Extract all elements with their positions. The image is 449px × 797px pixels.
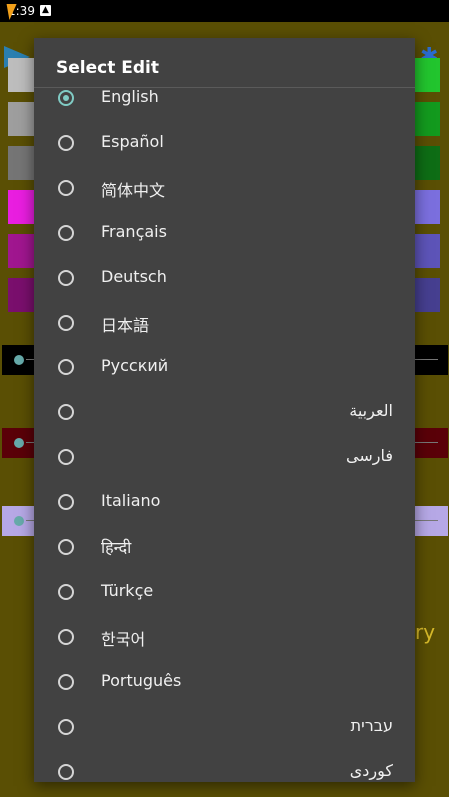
radio-button[interactable] xyxy=(58,763,74,780)
language-label: Türkçe xyxy=(101,580,154,600)
radio-button[interactable] xyxy=(58,449,74,466)
radio-button[interactable] xyxy=(58,314,74,331)
radio-button[interactable] xyxy=(58,359,74,376)
language-label: Français xyxy=(101,221,167,241)
language-label: کوردی xyxy=(349,760,393,780)
status-bar: 1:39 ▲ xyxy=(0,0,449,22)
radio-button[interactable] xyxy=(58,628,74,645)
language-option[interactable]: فارسی xyxy=(34,435,415,480)
radio-button[interactable] xyxy=(58,494,74,511)
language-label: Español xyxy=(101,131,164,151)
language-option[interactable]: 日本語 xyxy=(34,301,415,346)
background-text: ry xyxy=(415,620,436,644)
language-label: Русский xyxy=(101,356,169,376)
language-option[interactable]: English xyxy=(34,76,415,121)
language-label: 简体中文 xyxy=(101,180,166,200)
language-option[interactable]: Português xyxy=(34,660,415,705)
language-option[interactable]: Français xyxy=(34,211,415,256)
language-label: Português xyxy=(101,670,182,690)
language-option[interactable]: کوردی xyxy=(34,750,415,783)
radio-button[interactable] xyxy=(58,404,74,421)
language-label: English xyxy=(101,87,159,106)
language-label: 한국어 xyxy=(101,629,146,649)
language-option[interactable]: עברית xyxy=(34,705,415,750)
notification-icon: ▲ xyxy=(40,5,51,16)
dialog-title: Select Edit xyxy=(56,58,159,78)
language-option[interactable]: Deutsch xyxy=(34,256,415,301)
radio-button[interactable] xyxy=(58,673,74,690)
radio-button[interactable] xyxy=(58,539,74,555)
language-label: Deutsch xyxy=(101,266,167,286)
language-option[interactable]: 简体中文 xyxy=(34,166,415,211)
language-dialog: Select Edit English Español 简体中文 Français De… xyxy=(34,38,415,782)
language-option[interactable]: العربية xyxy=(34,390,415,435)
language-option[interactable]: 한국어 xyxy=(34,615,415,660)
language-option[interactable]: Türkçe xyxy=(34,570,415,615)
language-label: 日本語 xyxy=(101,315,150,335)
radio-button[interactable] xyxy=(58,179,74,196)
radio-button[interactable] xyxy=(58,224,74,241)
radio-button[interactable] xyxy=(58,718,74,735)
language-label: עברית xyxy=(350,715,393,735)
language-label: Italiano xyxy=(101,491,161,511)
radio-button[interactable] xyxy=(58,134,74,151)
language-option[interactable]: Italiano xyxy=(34,480,415,525)
language-option[interactable]: Español xyxy=(34,121,415,166)
radio-button[interactable] xyxy=(58,90,74,106)
language-label: हिन्दी xyxy=(101,538,132,557)
radio-button[interactable] xyxy=(58,269,74,286)
language-option[interactable]: हिन्दी xyxy=(34,525,415,570)
radio-button[interactable] xyxy=(58,583,74,600)
language-option[interactable]: Русский xyxy=(34,345,415,390)
language-label: العربية xyxy=(349,401,393,421)
language-label: فارسی xyxy=(346,446,393,466)
